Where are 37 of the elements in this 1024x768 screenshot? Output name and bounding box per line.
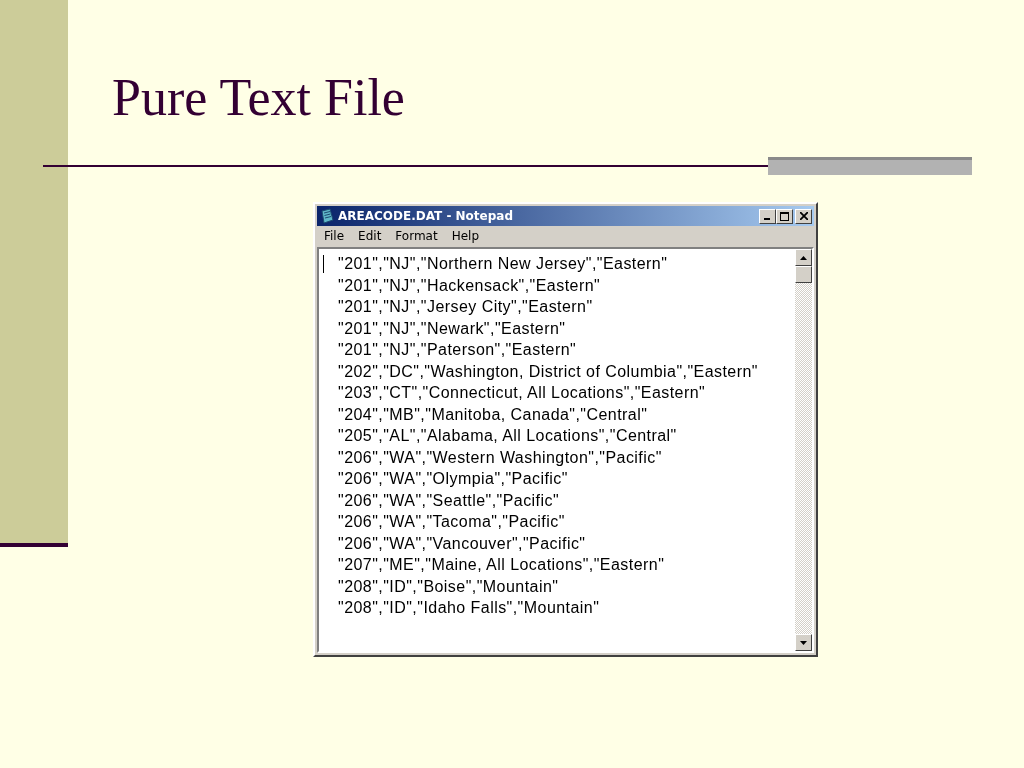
text-line: "208","ID","Idaho Falls","Mountain" bbox=[338, 598, 601, 618]
text-line: "206","WA","Seattle","Pacific" bbox=[338, 490, 561, 511]
text-line: "206","WA","Olympia","Pacific" bbox=[338, 469, 569, 489]
up-arrow-icon bbox=[800, 255, 807, 260]
text-line: "203","CT","Connecticut, All Locations","Eastern" bbox=[338, 383, 707, 403]
text-line: "201","NJ","Hackensack","Eastern" bbox=[338, 275, 602, 296]
text-line: "201","NJ","Paterson","Eastern" bbox=[338, 340, 578, 360]
text-line: "206","WA","Vancouver","Pacific" bbox=[338, 533, 587, 554]
notepad-icon bbox=[319, 208, 335, 224]
text-line: "205","AL","Alabama, All Locations","Central" bbox=[338, 426, 678, 446]
close-icon bbox=[799, 212, 808, 220]
slide-title: Pure Text File bbox=[112, 68, 406, 128]
text-line: "207","ME","Maine, All Locations","Eastern" bbox=[338, 555, 666, 575]
text-line: "202","DC","Washington, District of Columbia","Eastern" bbox=[338, 361, 758, 382]
menu-item[interactable]: Help bbox=[444, 229, 486, 243]
text-line: "208","ID","Boise","Mountain" bbox=[338, 576, 560, 597]
menu-item[interactable]: Edit bbox=[351, 229, 389, 243]
text-line: "204","MB","Manitoba, Canada","Central" bbox=[338, 404, 649, 425]
text-cursor bbox=[323, 255, 324, 273]
maximize-button[interactable] bbox=[776, 208, 793, 224]
scroll-bar[interactable] bbox=[795, 249, 812, 651]
scroll-up-button[interactable] bbox=[795, 249, 812, 266]
menu-item[interactable]: File bbox=[317, 229, 352, 243]
scroll-down-button[interactable] bbox=[795, 634, 812, 651]
down-arrow-icon bbox=[800, 640, 807, 645]
scroll-thumb[interactable] bbox=[795, 266, 812, 283]
text-line: "201","NJ","Jersey City","Eastern" bbox=[338, 297, 594, 317]
text-line: "201","NJ","Northern New Jersey","Eastern" bbox=[338, 254, 669, 274]
close-button[interactable] bbox=[795, 208, 812, 224]
menu-item[interactable]: Format bbox=[388, 229, 445, 243]
text-line: "201","NJ","Newark","Eastern" bbox=[338, 318, 567, 339]
window-title: AREACODE.DAT - Notepad bbox=[338, 209, 514, 223]
text-line: "206","WA","Tacoma","Pacific" bbox=[338, 512, 566, 532]
maximize-icon bbox=[780, 211, 789, 221]
minimize-button[interactable] bbox=[759, 208, 776, 224]
text-line: "206","WA","Western Washington","Pacific" bbox=[338, 447, 663, 468]
text-area[interactable] bbox=[319, 249, 795, 651]
